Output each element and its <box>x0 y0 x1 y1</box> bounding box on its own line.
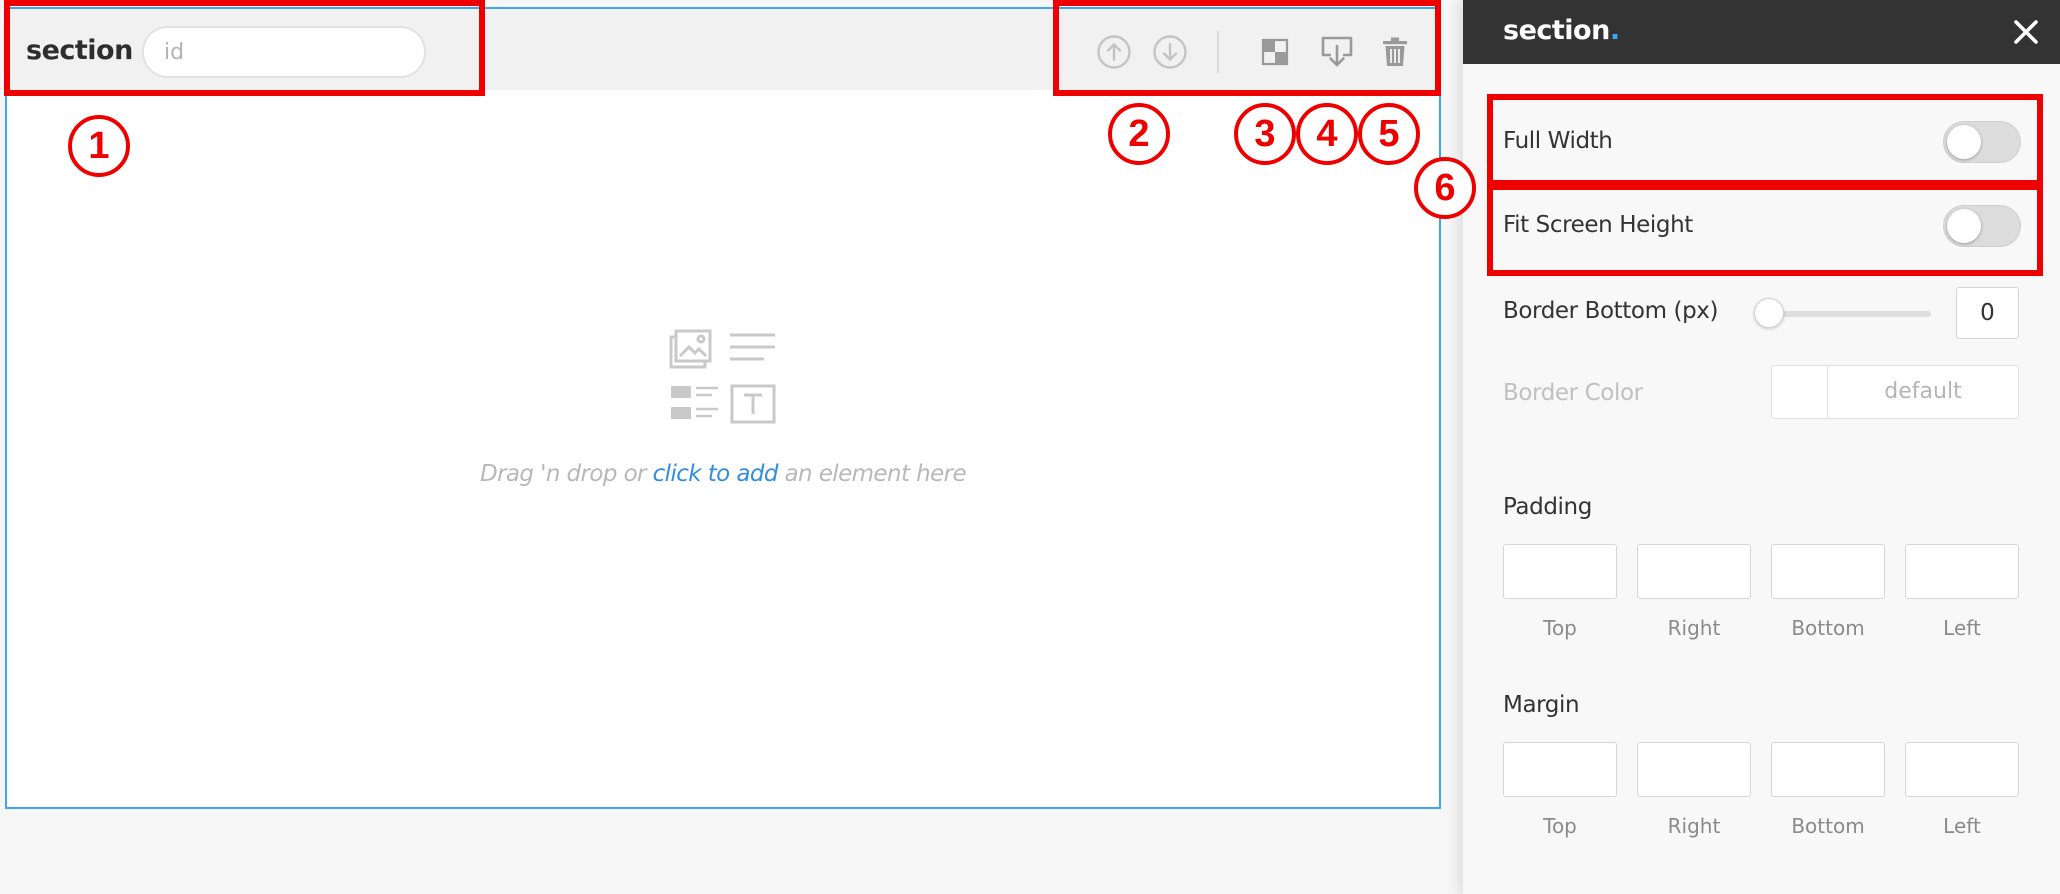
empty-section-placeholder: Drag 'n drop or click to add an element … <box>7 329 1439 487</box>
border-bottom-slider-track[interactable] <box>1763 311 1931 317</box>
annotation-box-full-width <box>1487 94 2043 186</box>
margin-bottom-input[interactable] <box>1771 742 1885 797</box>
padding-top-input[interactable] <box>1503 544 1617 599</box>
annotation-box-toolbar <box>1053 0 1441 96</box>
close-panel-button[interactable] <box>2008 14 2044 50</box>
border-bottom-slider-handle[interactable] <box>1754 298 1784 328</box>
annotation-badge-5: 5 <box>1358 103 1420 165</box>
placeholder-text: Drag 'n drop or click to add an element … <box>7 461 1439 487</box>
annotation-badge-6: 6 <box>1414 157 1476 219</box>
padding-left-input[interactable] <box>1905 544 2019 599</box>
padding-bottom-caption: Bottom <box>1791 616 1865 640</box>
panel-header: section. <box>1463 0 2060 64</box>
click-to-add-link[interactable]: click to add <box>653 461 779 487</box>
color-swatch[interactable] <box>1772 366 1828 418</box>
padding-top-caption: Top <box>1543 616 1577 640</box>
placeholder-text-before: Drag 'n drop or <box>479 461 653 487</box>
padding-label: Padding <box>1503 494 1592 520</box>
annotation-badge-1: 1 <box>68 115 130 177</box>
border-color-label: Border Color <box>1503 380 1643 406</box>
margin-top-caption: Top <box>1543 814 1577 838</box>
margin-left-input[interactable] <box>1905 742 2019 797</box>
canvas-section[interactable]: section id Drag 'n drop or click to add … <box>5 7 1441 809</box>
margin-top-input[interactable] <box>1503 742 1617 797</box>
panel-title-text: section <box>1503 15 1610 46</box>
panel-title-dot: . <box>1609 15 1620 46</box>
placeholder-text-after: an element here <box>777 461 967 487</box>
border-color-picker[interactable]: default <box>1771 365 2019 419</box>
annotation-box-section-id <box>4 0 485 96</box>
annotation-badge-4: 4 <box>1296 103 1358 165</box>
padding-right-input[interactable] <box>1637 544 1751 599</box>
border-bottom-input[interactable] <box>1956 287 2019 339</box>
margin-left-caption: Left <box>1943 814 1981 838</box>
annotation-box-fit-screen-height <box>1487 184 2043 276</box>
margin-label: Margin <box>1503 692 1580 718</box>
padding-left-caption: Left <box>1943 616 1981 640</box>
padding-bottom-input[interactable] <box>1771 544 1885 599</box>
panel-title: section. <box>1503 15 1620 46</box>
margin-right-caption: Right <box>1667 814 1721 838</box>
add-elements-icon <box>669 329 776 424</box>
close-icon <box>2014 20 2038 44</box>
padding-right-caption: Right <box>1667 616 1721 640</box>
margin-right-input[interactable] <box>1637 742 1751 797</box>
border-color-value: default <box>1884 379 1962 404</box>
annotation-badge-2: 2 <box>1108 103 1170 165</box>
border-bottom-label: Border Bottom (px) <box>1503 298 1719 324</box>
margin-bottom-caption: Bottom <box>1791 814 1865 838</box>
annotation-badge-3: 3 <box>1234 103 1296 165</box>
